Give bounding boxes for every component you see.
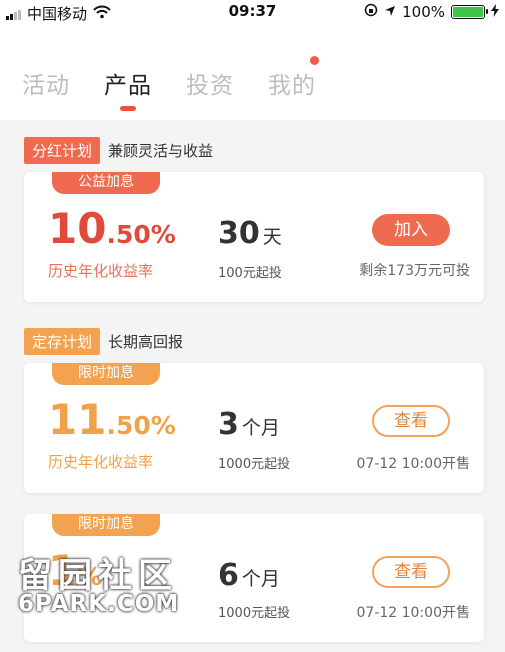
rate-integer: 10 xyxy=(48,204,107,253)
term: 6 个月 xyxy=(218,558,280,593)
remaining-amount: 剩余173万元可投 xyxy=(359,263,470,279)
promo-ribbon: 公益加息 xyxy=(52,172,160,194)
term-number: 6 xyxy=(218,558,239,593)
watermark: 留园社区 6PARK.COM xyxy=(18,548,179,617)
watermark-line2: 6PARK.COM xyxy=(18,591,180,617)
sale-time: 07-12 10:00开售 xyxy=(356,456,470,472)
term-number: 30 xyxy=(218,216,260,251)
term-unit: 个月 xyxy=(241,568,280,590)
status-bar: 中国移动 09:37 100% xyxy=(0,0,505,24)
sale-time: 07-12 10:00开售 xyxy=(356,605,470,621)
rate-integer: 11 xyxy=(48,395,107,444)
watermark-line1: 留园社区 xyxy=(18,556,178,596)
section-subtitle: 兼顾灵活与收益 xyxy=(108,142,214,160)
term-unit: 个月 xyxy=(241,417,280,439)
rate-decimal: .50% xyxy=(106,411,176,440)
min-invest: 100元起投 xyxy=(218,266,282,281)
charging-icon xyxy=(491,3,499,21)
battery-percent: 100% xyxy=(402,3,445,21)
notification-dot xyxy=(310,56,319,65)
product-card[interactable]: 限时加息 11.50% 历史年化收益率 3 个月 1000元起投 查看 07-12… xyxy=(24,363,484,493)
term: 30 天 xyxy=(218,216,282,251)
tab-mine[interactable]: 我的 xyxy=(268,66,316,100)
tab-invest[interactable]: 投资 xyxy=(186,66,234,100)
lock-rotation-icon xyxy=(364,3,378,21)
promo-ribbon: 限时加息 xyxy=(52,363,160,385)
section-header-fixed: 定存计划 长期高回报 xyxy=(24,328,183,355)
rate-label: 历史年化收益率 xyxy=(48,262,154,280)
product-card[interactable]: 公益加息 10.50% 历史年化收益率 30 天 100元起投 加入 剩余173万… xyxy=(24,172,484,302)
rate-decimal: .50% xyxy=(106,220,176,249)
min-invest: 1000元起投 xyxy=(218,457,291,472)
top-tab-bar: 活动 产品 投资 我的 xyxy=(0,24,505,120)
tab-products[interactable]: 产品 xyxy=(104,66,152,100)
rate-label: 历史年化收益率 xyxy=(48,453,154,471)
section-subtitle: 长期高回报 xyxy=(108,333,184,351)
section-header-dividend: 分红计划 兼顾灵活与收益 xyxy=(24,137,213,164)
rate-value: 10.50% xyxy=(48,204,176,253)
join-button[interactable]: 加入 xyxy=(372,214,450,246)
term-number: 3 xyxy=(218,407,239,442)
location-icon xyxy=(384,3,396,21)
section-badge: 分红计划 xyxy=(24,137,101,164)
tab-activity[interactable]: 活动 xyxy=(22,66,70,100)
rate-value: 11.50% xyxy=(48,395,176,444)
view-button[interactable]: 查看 xyxy=(372,405,450,437)
section-badge: 定存计划 xyxy=(24,328,101,355)
view-button[interactable]: 查看 xyxy=(372,556,450,588)
promo-ribbon: 限时加息 xyxy=(52,514,160,536)
status-bar-right: 100% xyxy=(364,3,499,21)
term-unit: 天 xyxy=(262,226,282,248)
min-invest: 1000元起投 xyxy=(218,606,291,621)
term: 3 个月 xyxy=(218,407,280,442)
active-tab-indicator xyxy=(120,106,136,111)
battery-icon xyxy=(451,5,488,19)
